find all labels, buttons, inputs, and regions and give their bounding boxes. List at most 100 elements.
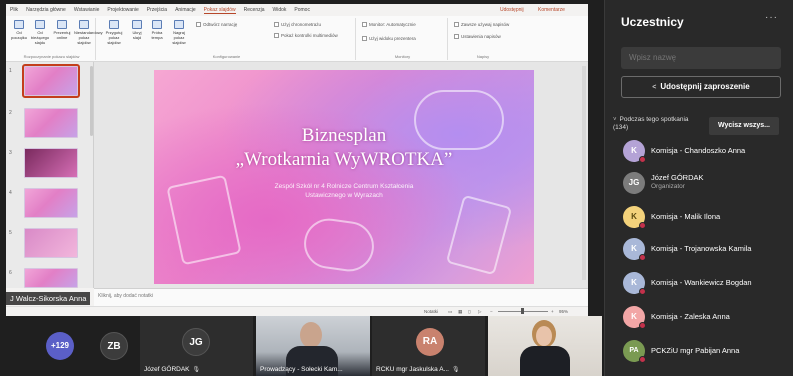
participant-row[interactable]: PA PCKZiU mgr Pabijan Anna (621, 338, 791, 364)
monitor-select[interactable]: Monitor: Automatycznie (362, 22, 416, 28)
participant-search-input[interactable] (621, 47, 781, 69)
tab-animations[interactable]: Animacje (175, 7, 196, 13)
play-current-icon (35, 20, 45, 29)
participant-name: Komisja - Wankiewicz Bogdan (651, 278, 752, 287)
from-current-button[interactable]: Od bieżącego slajdu (30, 20, 50, 45)
overflow-tile[interactable]: +129 (30, 316, 92, 376)
ribbon-group-monitors: Monitor: Automatycznie Użyj widoku preze… (358, 18, 448, 60)
participant-role: Organizator (651, 183, 685, 190)
tab-design[interactable]: Projektowanie (107, 7, 138, 13)
custom-show-icon (79, 20, 89, 29)
tab-insert[interactable]: Wstawianie (74, 7, 100, 13)
avatar: PA (623, 340, 646, 363)
mic-muted-icon (639, 322, 646, 329)
use-timings-checkbox[interactable]: Użyj chronometrażu (274, 22, 321, 28)
more-options-icon[interactable]: ··· (765, 12, 778, 23)
participant-row[interactable]: K Komisja - Chandoszko Anna (621, 138, 791, 164)
setup-show-button[interactable]: Przygotuj pokaz slajdów (102, 20, 126, 45)
zoom-in-icon[interactable]: + (551, 309, 554, 314)
tab-help[interactable]: Pomoc (294, 7, 310, 13)
sorter-view-icon[interactable]: ▦ (458, 309, 462, 315)
hide-slide-icon (132, 20, 142, 29)
video-feed[interactable]: Prowadzący - Sołecki Kam... (256, 316, 370, 376)
video-tile[interactable]: ZB (92, 316, 138, 376)
slide-thumbnail[interactable] (24, 188, 78, 218)
from-beginning-button[interactable]: Od początku (10, 20, 28, 40)
slide-thumbnail[interactable] (22, 64, 80, 98)
participant-name: Komisja - Malik Ilona (651, 212, 721, 221)
ribbon-group-start: Od początku Od bieżącego slajdu Prezentu… (8, 18, 103, 60)
custom-show-button[interactable]: Niestandardowy pokaz slajdów (74, 20, 103, 45)
setup-icon (109, 20, 119, 29)
caption-settings-button[interactable]: Ustawienia napisów (454, 34, 501, 40)
participant-row[interactable]: JG Józef GÓRDAK Organizator (621, 170, 791, 196)
ppt-comments-button[interactable]: Komentarze (538, 7, 565, 13)
presenter-view-checkbox[interactable]: Użyj widoku prezentera (362, 36, 416, 42)
tab-slideshow[interactable]: Pokaz slajdów (203, 7, 236, 14)
reading-view-icon[interactable]: ▯ (468, 309, 470, 315)
tab-view[interactable]: Widok (273, 7, 287, 13)
participant-row[interactable]: K Komisja - Malik Ilona (621, 204, 791, 230)
timer-icon (152, 20, 162, 29)
normal-view-icon[interactable]: ▭ (448, 309, 452, 315)
thumbnails-scrollbar[interactable] (90, 66, 93, 136)
shared-screen: Plik Narzędzia główne Wstawianie Projekt… (6, 4, 588, 316)
ppt-share-button[interactable]: Udostępnij (500, 7, 524, 13)
show-media-controls-checkbox[interactable]: Pokaż kontrolki multimediów (274, 33, 338, 39)
slide-thumbnail[interactable] (24, 148, 78, 178)
tab-file[interactable]: Plik (10, 7, 18, 13)
present-online-button[interactable]: Prezentuj online (52, 20, 72, 40)
always-captions-checkbox[interactable]: Zawsze używaj napisów (454, 22, 509, 28)
slide-scrollbar[interactable] (582, 66, 586, 280)
tile-name: Prowadzący - Sołecki Kam... (260, 366, 343, 373)
slide-thumbnail[interactable] (24, 228, 78, 258)
avatar: JG (623, 172, 645, 194)
video-feed[interactable] (488, 316, 602, 376)
mic-muted-icon (639, 288, 646, 295)
slideshow-view-icon[interactable]: ▷ (478, 309, 481, 315)
rehearse-timings-button[interactable]: Próba tempa (148, 20, 166, 40)
record-show-button[interactable]: Nagraj pokaz slajdów (168, 20, 190, 45)
presenter-name-label: J Walcz-Sikorska Anna (6, 292, 91, 305)
ribbon-group-label: Konfigurowanie (212, 54, 241, 59)
tab-transitions[interactable]: Przejścia (147, 7, 167, 13)
participant-row[interactable]: K Komisja - Trojanowska Kamila (621, 236, 791, 262)
mute-all-button[interactable]: Wycisz wszys... (709, 117, 779, 135)
avatar: K (623, 140, 646, 163)
person-head (536, 326, 552, 346)
play-icon (14, 20, 24, 29)
neon-decoration (445, 194, 513, 276)
participant-name: Józef GÓRDAK (651, 173, 704, 182)
tab-review[interactable]: Recenzja (244, 7, 265, 13)
notes-toggle-button[interactable]: Notatki (424, 309, 438, 314)
ribbon-group-setup: Przygotuj pokaz slajdów Ukryj slajd Prób… (98, 18, 356, 60)
slide-number: 4 (9, 190, 12, 196)
share-icon: < (652, 84, 657, 91)
notes-pane[interactable]: Kliknij, aby dodać notatki (94, 288, 588, 306)
tab-home[interactable]: Narzędzia główne (26, 7, 66, 13)
share-invite-button[interactable]: < Udostępnij zaproszenie (621, 76, 781, 98)
slide-thumbnail[interactable] (24, 108, 78, 138)
zoom-out-icon[interactable]: − (490, 309, 493, 314)
video-tile[interactable]: RA RCKU mgr Jaskulska A... 🎙 (372, 316, 486, 376)
mic-muted-icon (639, 254, 646, 261)
slide-thumbnail[interactable] (24, 268, 78, 288)
slide-number: 2 (9, 110, 12, 116)
play-narrations-checkbox[interactable]: Odtwórz narrację (196, 22, 237, 28)
participant-row[interactable]: K Komisja - Wankiewicz Bogdan (621, 270, 791, 296)
chevron-down-icon: ˅ (613, 117, 617, 123)
present-online-icon (57, 20, 67, 29)
hide-slide-button[interactable]: Ukryj slajd (128, 20, 146, 40)
overflow-count-badge[interactable]: +129 (46, 332, 74, 360)
slide-number: 3 (9, 150, 12, 156)
avatar: K (623, 306, 646, 329)
ribbon-tabs: Plik Narzędzia główne Wstawianie Projekt… (6, 4, 588, 16)
slide-thumbnails-pane: 1 2 3 4 5 6 (6, 62, 94, 288)
zoom-slider-knob[interactable] (521, 308, 524, 314)
in-meeting-section-header[interactable]: ˅ Podczas tego spotkania (134) (613, 116, 705, 132)
zoom-level[interactable]: 95% (559, 309, 568, 314)
participant-row[interactable]: K Komisja - Zaleska Anna (621, 304, 791, 330)
current-slide[interactable]: Biznesplan „Wrotkarnia WyWROTKA” Zespół … (154, 70, 534, 284)
video-tile[interactable]: JG Józef GÓRDAK 🎙 (140, 316, 254, 376)
slide-number: 5 (9, 230, 12, 236)
